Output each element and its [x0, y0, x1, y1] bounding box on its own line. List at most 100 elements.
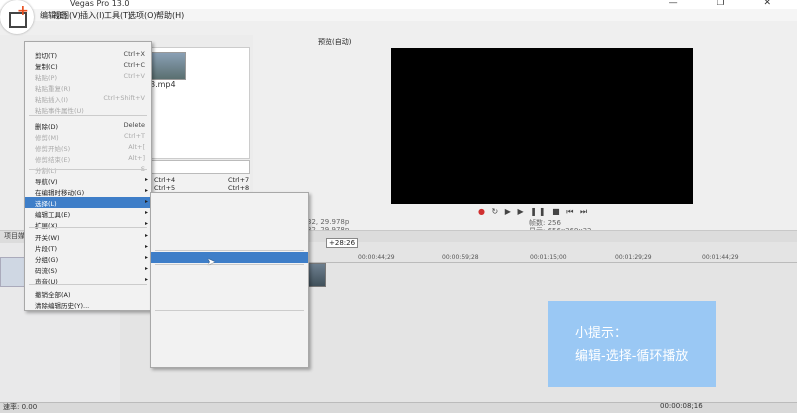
select-menu-item[interactable]	[151, 346, 308, 357]
status-time: 00:00:08;16	[660, 402, 703, 410]
window-title: Vegas Pro 13.0	[70, 0, 130, 8]
loop-icon[interactable]: ↻	[492, 207, 501, 216]
select-menu-item[interactable]	[151, 313, 308, 324]
edit-menu-item[interactable]: 编辑工具(E) ▸	[25, 208, 151, 219]
media-thumbnail[interactable]	[150, 52, 186, 80]
transport-controls[interactable]: ● ↻ ▶ ▶ ❚❚ ■ ⏮ ⏭	[478, 207, 589, 217]
record-icon[interactable]: ●	[478, 207, 487, 216]
submenu-arrow-icon: ▸	[144, 198, 148, 205]
select-menu-item[interactable]	[151, 277, 308, 288]
side-shortcut: Ctrl+8	[228, 184, 250, 192]
play-start-icon[interactable]: ▶	[517, 207, 525, 216]
edit-menu-item[interactable]: 修剪结束(E) Alt+]	[25, 153, 151, 164]
edit-menu-item-label: 修剪开始(S)	[35, 145, 71, 153]
edit-menu-item-label: 粘贴(P)	[35, 74, 57, 82]
edit-menu-item[interactable]: 导航(V) ▸	[25, 175, 151, 186]
select-menu-item[interactable]	[151, 357, 308, 368]
edit-menu-item-label: 剪切(T)	[35, 52, 58, 60]
edit-menu-item[interactable]: 选择(L) ▸	[25, 197, 151, 208]
next-frame-icon[interactable]: ⏭	[580, 207, 589, 216]
edit-menu-item-label: 开关(W)	[35, 234, 60, 242]
preview-toolbar: 预览(自动)	[258, 37, 678, 47]
edit-menu-item[interactable]: 粘贴重复(R)	[25, 82, 151, 93]
submenu-arrow-icon: ▸	[144, 209, 148, 216]
side-shortcut: Ctrl+7	[228, 176, 250, 184]
submenu-arrow-icon: ▸	[144, 176, 148, 183]
prev-frame-icon[interactable]: ⏮	[566, 207, 575, 216]
submenu-arrow-icon: ▸	[144, 187, 148, 194]
video-preview	[391, 48, 693, 204]
menu-insert[interactable]: 插入(I)	[80, 10, 105, 21]
side-shortcut: Ctrl+5	[154, 184, 176, 192]
edit-menu-item[interactable]: 剪切(T) Ctrl+X	[25, 49, 151, 60]
edit-menu-item[interactable]: 清除编辑历史(Y)...	[25, 299, 151, 310]
ruler-tick: 00:00:59;28	[442, 254, 479, 261]
select-menu-item[interactable]	[151, 299, 308, 310]
explorer-filter-input[interactable]	[140, 160, 250, 174]
edit-menu-item[interactable]: 修剪(M) Ctrl+T	[25, 131, 151, 142]
select-menu-item[interactable]	[151, 229, 308, 240]
edit-menu-item[interactable]: 分组(G) ▸	[25, 253, 151, 264]
project-media-tab[interactable]: 项目媒	[4, 231, 25, 241]
select-menu-item[interactable]	[151, 196, 308, 207]
edit-menu-item-shortcut: Ctrl+T	[124, 132, 145, 140]
window-controls[interactable]: — ❐ ✕	[669, 0, 789, 8]
edit-menu-item-label: 修剪(M)	[35, 134, 59, 142]
edit-menu-item[interactable]: 开关(W) ▸	[25, 231, 151, 242]
app-logo-icon: +	[0, 0, 34, 34]
edit-menu-item-label: 扩展(X)	[35, 222, 58, 230]
edit-menu-item[interactable]: 粘贴(P) Ctrl+V	[25, 71, 151, 82]
menu-separator	[155, 310, 304, 311]
tip-title: 小提示：	[575, 326, 628, 341]
select-menu-item[interactable]	[151, 252, 308, 263]
edit-menu-item-label: 删除(D)	[35, 123, 59, 131]
menu-separator	[29, 169, 147, 170]
menu-options[interactable]: 选项(O)	[128, 10, 157, 21]
select-menu-item[interactable]	[151, 266, 308, 277]
edit-menu-item-label: 分组(G)	[35, 256, 59, 264]
edit-menu-item[interactable]: 在编辑时移动(G) ▸	[25, 186, 151, 197]
edit-menu-item[interactable]: 删除(D) Delete	[25, 120, 151, 131]
edit-menu-item[interactable]: 粘贴事件属性(U)	[25, 104, 151, 115]
submenu-arrow-icon: ▸	[144, 276, 148, 283]
edit-menu-item-label: 码流(S)	[35, 267, 58, 275]
ruler-tick: 00:01:29;29	[615, 254, 652, 261]
media-file-label: 8.mp4	[150, 80, 176, 89]
edit-menu-item[interactable]: 复制(C) Ctrl+C	[25, 60, 151, 71]
select-menu-item[interactable]	[151, 288, 308, 299]
play-icon[interactable]: ▶	[505, 207, 513, 216]
stop-icon[interactable]: ■	[552, 207, 562, 216]
edit-menu-item[interactable]: 撤销全部(A)	[25, 288, 151, 299]
tip-body: 编辑-选择-循环播放	[575, 349, 689, 364]
menu-separator	[29, 227, 147, 228]
pause-icon[interactable]: ❚❚	[530, 207, 547, 216]
edit-menu-item-label: 粘贴重复(R)	[35, 85, 71, 93]
preview-quality-select[interactable]: 预览(自动)	[318, 37, 351, 47]
select-menu-item[interactable]	[151, 218, 308, 229]
select-menu-item[interactable]	[151, 324, 308, 335]
select-menu-item[interactable]	[151, 335, 308, 346]
edit-menu-item[interactable]: 扩展(X) ▸	[25, 219, 151, 230]
menu-help[interactable]: 帮助(H)	[156, 10, 184, 21]
ruler-tick: 00:01:15;00	[530, 254, 567, 261]
edit-menu-item-shortcut: Delete	[123, 121, 145, 129]
menu-view[interactable]: 视图(V)	[53, 10, 81, 21]
edit-menu-item[interactable]: 片段(T) ▸	[25, 242, 151, 253]
edit-menu-item-label: 选择(L)	[35, 200, 57, 208]
cursor-time-badge: +28:26	[326, 238, 359, 248]
edit-menu-item[interactable]: 码流(S) ▸	[25, 264, 151, 275]
select-menu-item[interactable]	[151, 207, 308, 218]
menu-separator	[29, 115, 147, 116]
menu-separator	[155, 250, 304, 251]
edit-menu-item[interactable]: 粘贴插入(I) Ctrl+Shift+V	[25, 93, 151, 104]
submenu-arrow-icon: ▸	[144, 220, 148, 227]
submenu-arrow-icon: ▸	[144, 265, 148, 272]
select-submenu	[150, 192, 309, 368]
edit-menu-item-shortcut: Alt+]	[128, 154, 145, 162]
edit-menu-item[interactable]: 修剪开始(S) Alt+[	[25, 142, 151, 153]
edit-menu-item-label: 清除编辑历史(Y)...	[35, 302, 90, 310]
submenu-arrow-icon: ▸	[144, 232, 148, 239]
submenu-arrow-icon: ▸	[144, 254, 148, 261]
menu-separator	[29, 284, 147, 285]
menu-separator	[155, 264, 304, 265]
